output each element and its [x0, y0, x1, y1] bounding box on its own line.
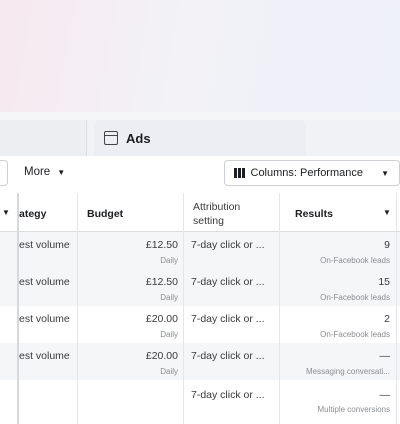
header-budget[interactable]: Budget — [87, 208, 123, 220]
columns-dropdown[interactable]: Columns: Performance ▼ — [224, 160, 400, 186]
tab-ads-label: Ads — [126, 130, 151, 146]
cell-budget: £12.50 — [145, 239, 178, 251]
cell-results-sub: Messaging conversati... — [305, 367, 390, 376]
header-attribution-line1[interactable]: Attribution — [193, 200, 240, 214]
table-row[interactable] — [0, 380, 400, 424]
cell-strategy: est volume — [19, 313, 70, 325]
cell-budget-sub: Daily — [160, 330, 178, 339]
tab-adsets[interactable] — [0, 120, 87, 156]
ad-card-icon — [104, 131, 118, 145]
sort-caret-icon[interactable]: ▼ — [2, 208, 10, 217]
cell-strategy: est volume — [19, 239, 70, 251]
cell-results: — — [379, 389, 391, 401]
toolbar-left-control[interactable] — [0, 160, 8, 186]
columns-label: Columns: Performance — [250, 167, 364, 179]
page-header-background — [0, 0, 400, 112]
cell-results-sub: On-Facebook leads — [320, 330, 390, 339]
column-divider — [183, 193, 184, 424]
column-divider — [396, 193, 397, 424]
cell-results: 15 — [378, 276, 390, 288]
cell-results: 9 — [384, 239, 390, 251]
cell-strategy: est volume — [19, 276, 70, 288]
cell-results-sub: On-Facebook leads — [320, 293, 390, 302]
caret-down-icon: ▼ — [381, 168, 389, 178]
cell-budget: £12.50 — [145, 276, 178, 288]
header-results[interactable]: Results — [295, 208, 333, 220]
cell-attribution: 7-day click or ... — [191, 239, 265, 251]
cell-budget: £20.00 — [145, 313, 178, 325]
column-divider — [77, 193, 78, 424]
cell-budget: £20.00 — [145, 350, 178, 362]
cell-budget-sub: Daily — [160, 256, 178, 265]
columns-bars-icon — [234, 168, 245, 178]
tab-ads[interactable]: Ads — [94, 120, 306, 156]
caret-down-icon: ▼ — [57, 167, 66, 177]
header-bid-strategy[interactable]: ategy — [19, 208, 46, 220]
column-divider — [279, 193, 280, 424]
caret-down-icon[interactable]: ▼ — [383, 208, 391, 217]
cell-attribution: 7-day click or ... — [191, 313, 265, 325]
cell-results: 2 — [384, 313, 390, 325]
cell-results-sub: Multiple conversions — [317, 405, 390, 414]
cell-attribution: 7-day click or ... — [191, 276, 265, 288]
cell-attribution: 7-day click or ... — [191, 389, 265, 401]
cell-budget-sub: Daily — [160, 293, 178, 302]
cell-results-sub: On-Facebook leads — [320, 256, 390, 265]
more-label: More — [24, 166, 51, 178]
header-attribution-line2[interactable]: setting — [193, 214, 224, 228]
more-dropdown[interactable]: More ▼ — [24, 166, 65, 178]
cell-budget-sub: Daily — [160, 367, 178, 376]
frozen-column-edge — [17, 193, 19, 424]
cell-strategy: est volume — [19, 350, 70, 362]
cell-attribution: 7-day click or ... — [191, 350, 265, 362]
cell-results: — — [379, 350, 391, 362]
header-divider — [0, 112, 400, 120]
